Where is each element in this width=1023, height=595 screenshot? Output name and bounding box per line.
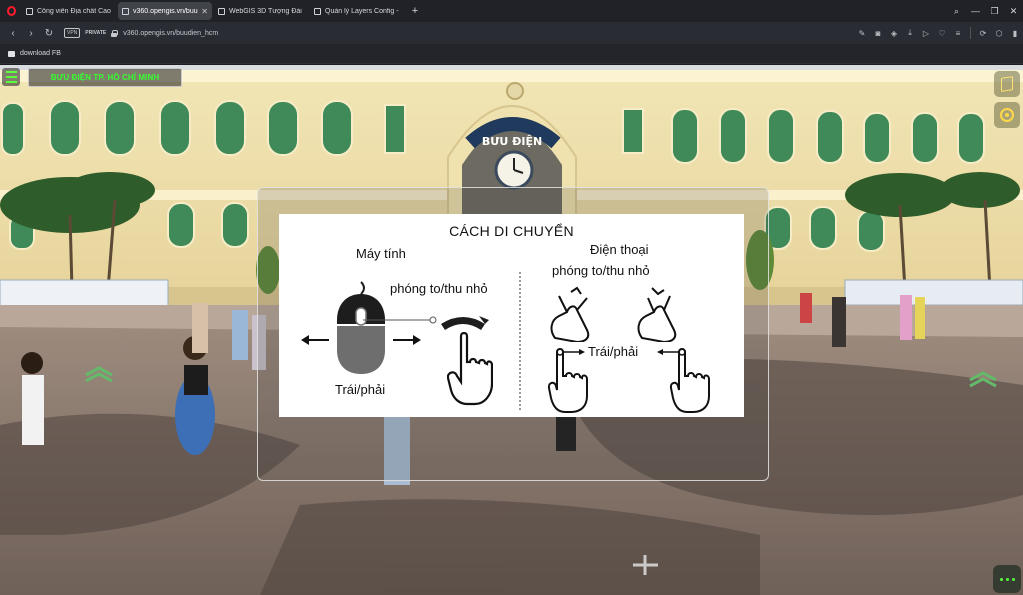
sync-icon[interactable]: ⟳ — [975, 29, 991, 38]
vpn-badge[interactable]: VPN — [64, 28, 81, 38]
hamburger-line — [5, 76, 17, 78]
minimize-button[interactable]: — — [966, 6, 985, 16]
opera-logo-icon[interactable] — [0, 0, 22, 22]
phone-section-title: Điện thoại — [590, 242, 649, 257]
compass-icon — [1000, 108, 1014, 122]
tab-3[interactable]: Quản lý Layers Config - 3D — [310, 2, 404, 20]
page-favicon-icon — [314, 7, 321, 15]
reload-button[interactable]: ↻ — [40, 28, 58, 39]
tab-label: WebGIS 3D Tượng Đài Mẹ — [229, 7, 304, 15]
pinch-out-gesture-icon — [550, 286, 590, 342]
map-button[interactable] — [994, 71, 1020, 97]
heart-icon[interactable]: ♡ — [934, 29, 950, 38]
camera-icon[interactable]: ◙ — [870, 29, 886, 38]
page-favicon-icon — [26, 7, 33, 15]
help-card[interactable]: CÁCH DI CHUYỂN Máy tính Điện thoại phóng… — [279, 214, 744, 417]
desktop-pan-label: Trái/phải — [335, 382, 386, 397]
extensions-icon[interactable]: ⬡ — [991, 29, 1007, 38]
nav-hotspot-right[interactable] — [968, 370, 998, 388]
edit-icon[interactable]: ✎ — [854, 29, 870, 38]
private-badge: PRIVATE — [85, 30, 107, 36]
tab-1[interactable]: v360.opengis.vn/buudien ✕ — [118, 2, 212, 20]
more-dots-icon — [999, 577, 1003, 581]
tab-label: v360.opengis.vn/buudien — [133, 7, 198, 15]
swipe-right-gesture-icon — [547, 348, 588, 413]
folder-icon — [8, 50, 15, 57]
tab-0[interactable]: Công viên Địa chất Cao Bằng — [22, 2, 116, 20]
sidebar-toggle-icon[interactable]: ▮ — [1007, 29, 1023, 38]
pinch-in-gesture-icon — [637, 287, 677, 342]
new-tab-button[interactable]: + — [408, 4, 422, 18]
hamburger-icon — [5, 71, 17, 73]
hamburger-line — [5, 81, 17, 83]
address-bar-actions: ✎ ◙ ◈ ⤓ ▷ ♡ ≡ ⟳ ⬡ ▮ — [854, 22, 1023, 44]
phone-zoom-label: phóng to/thu nhỏ — [552, 263, 650, 278]
url-field[interactable]: v360.opengis.vn/buudien_hcm — [123, 30, 218, 37]
tab-label: Quản lý Layers Config - 3D — [325, 7, 400, 15]
dot — [1005, 577, 1009, 581]
page-favicon-icon — [218, 7, 225, 15]
tab-label: Công viên Địa chất Cao Bằng — [37, 7, 112, 15]
tab-bar: Công viên Địa chất Cao Bằng v360.opengis… — [0, 0, 1023, 22]
address-bar: ‹ › ↻ VPN PRIVATE v360.opengis.vn/buudie… — [0, 22, 1023, 44]
download-icon[interactable]: ⤓ — [902, 28, 918, 38]
scene-title: BƯU ĐIỆN TP. HỒ CHÍ MINH — [28, 68, 182, 87]
maximize-button[interactable]: ❐ — [985, 6, 1004, 17]
pointer-hand-icon — [447, 332, 493, 406]
panorama-viewport[interactable]: BƯU ĐIỆN BƯU ĐIỆN TP. HỒ CHÍ MINH CÁCH D… — [0, 65, 1023, 595]
swipe-left-gesture-icon — [657, 348, 710, 413]
map-icon — [1001, 76, 1013, 92]
bookmark-bar: download FB — [0, 44, 1023, 64]
bookmark-download-fb[interactable]: download FB — [20, 50, 61, 57]
close-window-button[interactable]: ✕ — [1004, 6, 1023, 17]
chevron-up-icon — [85, 372, 113, 383]
menu-button[interactable] — [2, 68, 20, 86]
building-sign: BƯU ĐIỆN — [482, 135, 542, 148]
more-options-button[interactable] — [993, 565, 1021, 593]
help-title: CÁCH DI CHUYỂN — [449, 223, 574, 239]
forward-button[interactable]: › — [22, 28, 40, 39]
send-icon[interactable]: ▷ — [918, 29, 934, 38]
dot — [1011, 577, 1015, 581]
shield-icon[interactable]: ◈ — [886, 29, 902, 38]
lock-icon[interactable] — [111, 29, 119, 37]
divider — [970, 27, 971, 39]
section-divider — [519, 272, 521, 412]
search-tabs-icon[interactable]: ⌕ — [947, 6, 966, 17]
compass-button[interactable] — [994, 102, 1020, 128]
nav-hotspot-left[interactable] — [84, 365, 114, 383]
desktop-section-title: Máy tính — [356, 246, 406, 261]
back-button[interactable]: ‹ — [4, 28, 22, 39]
window-controls: ⌕ — ❐ ✕ — [947, 0, 1023, 22]
tab-2[interactable]: WebGIS 3D Tượng Đài Mẹ — [214, 2, 308, 20]
menu-icon[interactable]: ≡ — [950, 29, 966, 38]
page-favicon-icon — [122, 7, 129, 15]
tab-close-icon[interactable]: ✕ — [201, 7, 208, 16]
chevron-up-icon — [969, 377, 997, 388]
